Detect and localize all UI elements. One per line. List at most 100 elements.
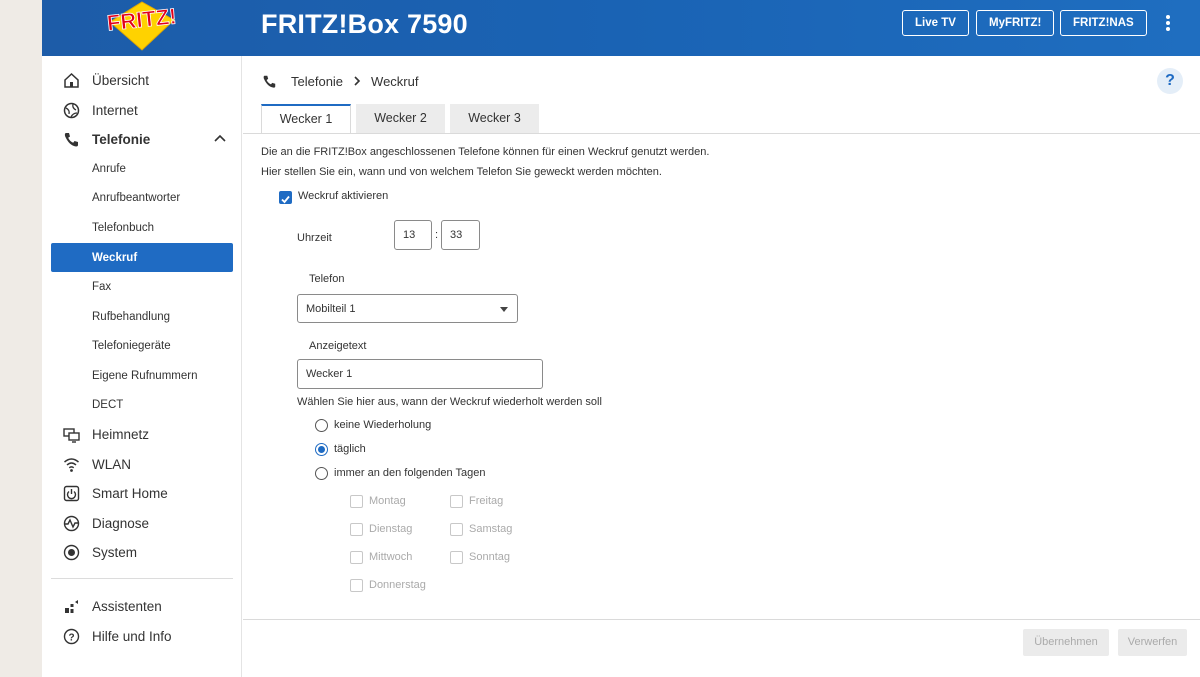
phone-icon xyxy=(263,75,276,88)
day-label: Donnerstag xyxy=(369,579,426,591)
nav-label: Telefonie xyxy=(92,131,151,147)
repeat-label: Wählen Sie hier aus, wann der Weckruf wi… xyxy=(297,396,602,408)
footer-divider xyxy=(243,619,1200,620)
radio-daily[interactable] xyxy=(315,443,328,456)
kebab-menu-icon[interactable] xyxy=(1160,13,1176,33)
svg-text:FRITZ!: FRITZ! xyxy=(106,3,178,35)
day-label: Sonntag xyxy=(469,551,510,563)
nav-label: Internet xyxy=(92,102,138,118)
subnav-label: Anrufbeantworter xyxy=(92,191,181,204)
subnav-label: Fax xyxy=(92,280,112,293)
nav-label: Übersicht xyxy=(92,72,150,88)
nav-assistenten[interactable]: Assistenten xyxy=(51,592,233,620)
nav-uebersicht[interactable]: Übersicht xyxy=(51,66,233,94)
chevron-up-icon[interactable] xyxy=(214,133,226,143)
day-label: Montag xyxy=(369,495,406,507)
time-label: Uhrzeit xyxy=(297,232,332,244)
phone-label: Telefon xyxy=(309,273,345,285)
system-icon xyxy=(63,544,80,561)
minute-input[interactable]: 33 xyxy=(441,220,480,250)
breadcrumb-section[interactable]: Telefonie xyxy=(291,74,343,89)
apply-button[interactable]: Übernehmen xyxy=(1023,629,1109,656)
discard-button[interactable]: Verwerfen xyxy=(1118,629,1187,656)
nav-hilfe[interactable]: ? Hilfe und Info xyxy=(51,622,233,650)
nav-label: System xyxy=(92,544,138,560)
subnav-telefoniegeraete[interactable]: Telefoniegeräte xyxy=(51,331,233,360)
display-text-input[interactable]: Wecker 1 xyxy=(297,359,543,389)
subnav-label: Telefoniegeräte xyxy=(92,339,171,352)
subnav-fax[interactable]: Fax xyxy=(51,272,233,301)
radio-specific-days-label: immer an den folgenden Tagen xyxy=(334,467,486,479)
activate-checkbox[interactable] xyxy=(279,191,292,204)
day-label: Freitag xyxy=(469,495,504,507)
subnav-rufbehandlung[interactable]: Rufbehandlung xyxy=(51,302,233,331)
tab-wecker-1[interactable]: Wecker 1 xyxy=(261,104,351,134)
network-icon xyxy=(63,428,80,443)
subnav-label: Eigene Rufnummern xyxy=(92,369,198,382)
day-label: Samstag xyxy=(469,523,513,535)
nav-diagnose[interactable]: Diagnose xyxy=(51,509,233,537)
wizard-icon xyxy=(65,600,78,613)
live-tv-button[interactable]: Live TV xyxy=(902,10,969,36)
nav-label: WLAN xyxy=(92,456,132,472)
day-checkbox-mittwoch[interactable] xyxy=(350,551,363,564)
subnav-label: Rufbehandlung xyxy=(92,310,171,323)
tab-wecker-2[interactable]: Wecker 2 xyxy=(356,104,445,133)
home-icon xyxy=(64,72,79,88)
help-circle-icon: ? xyxy=(63,628,80,645)
subnav-telefonbuch[interactable]: Telefonbuch xyxy=(51,213,233,242)
intro-line-2: Hier stellen Sie ein, wann und von welch… xyxy=(261,166,662,178)
nav-system[interactable]: System xyxy=(51,538,233,566)
smart-home-icon xyxy=(63,485,80,502)
help-button[interactable]: ? xyxy=(1157,68,1183,94)
subnav-eigene-rufnummern[interactable]: Eigene Rufnummern xyxy=(51,361,233,390)
nav-label: Smart Home xyxy=(92,485,168,501)
intro-line-1: Die an die FRITZ!Box angeschlossenen Tel… xyxy=(261,146,710,158)
sidebar-divider xyxy=(51,578,233,579)
header-bar: FRITZ! FRITZ!Box 7590 Live TV MyFRITZ! F… xyxy=(42,0,1200,56)
diagnose-icon xyxy=(63,515,80,532)
subnav-label: DECT xyxy=(92,398,124,411)
day-checkbox-montag[interactable] xyxy=(350,495,363,508)
phone-icon xyxy=(64,133,78,147)
breadcrumb: Telefonie Weckruf xyxy=(262,72,418,90)
day-label: Dienstag xyxy=(369,523,413,535)
nav-heimnetz[interactable]: Heimnetz xyxy=(51,420,233,448)
subnav-dect[interactable]: DECT xyxy=(51,390,233,419)
dropdown-arrow-icon xyxy=(500,307,508,312)
nav-label: Diagnose xyxy=(92,515,150,531)
tab-wecker-3[interactable]: Wecker 3 xyxy=(450,104,539,133)
subnav-weckruf[interactable]: Weckruf xyxy=(51,243,233,272)
hour-input[interactable]: 13 xyxy=(394,220,432,250)
activate-label: Weckruf aktivieren xyxy=(298,190,389,202)
nav-telefonie[interactable]: Telefonie xyxy=(51,125,233,153)
nav-label: Heimnetz xyxy=(92,426,150,442)
main-content: Telefonie Weckruf ? Wecker 1 Wecker 2 We… xyxy=(243,56,1200,677)
radio-specific-days[interactable] xyxy=(315,467,328,480)
day-checkbox-sonntag[interactable] xyxy=(450,551,463,564)
radio-no-repeat[interactable] xyxy=(315,419,328,432)
subnav-anrufe[interactable]: Anrufe xyxy=(51,154,233,183)
sidebar: Übersicht Internet Telefonie Anrufe Anru… xyxy=(42,56,242,677)
fritz-logo[interactable]: FRITZ! xyxy=(100,0,184,52)
day-checkbox-freitag[interactable] xyxy=(450,495,463,508)
nav-internet[interactable]: Internet xyxy=(51,96,233,124)
phone-select-value: Mobilteil 1 xyxy=(306,302,356,315)
subnav-anrufbeantworter[interactable]: Anrufbeantworter xyxy=(51,183,233,212)
nav-smart-home[interactable]: Smart Home xyxy=(51,479,233,507)
day-checkbox-samstag[interactable] xyxy=(450,523,463,536)
day-checkbox-dienstag[interactable] xyxy=(350,523,363,536)
fritznas-button[interactable]: FRITZ!NAS xyxy=(1060,10,1147,36)
myfritz-button[interactable]: MyFRITZ! xyxy=(976,10,1055,36)
breadcrumb-page: Weckruf xyxy=(371,73,419,89)
day-checkbox-donnerstag[interactable] xyxy=(350,579,363,592)
day-label: Mittwoch xyxy=(369,551,413,563)
phone-select[interactable]: Mobilteil 1 xyxy=(297,294,518,323)
time-separator: : xyxy=(435,229,439,241)
fritzbox-window: FRITZ! FRITZ!Box 7590 Live TV MyFRITZ! F… xyxy=(42,0,1200,677)
check-icon xyxy=(281,195,290,204)
nav-wlan[interactable]: WLAN xyxy=(51,450,233,478)
radio-no-repeat-label: keine Wiederholung xyxy=(334,419,432,431)
wifi-icon xyxy=(64,458,79,472)
chevron-right-icon xyxy=(354,76,361,86)
